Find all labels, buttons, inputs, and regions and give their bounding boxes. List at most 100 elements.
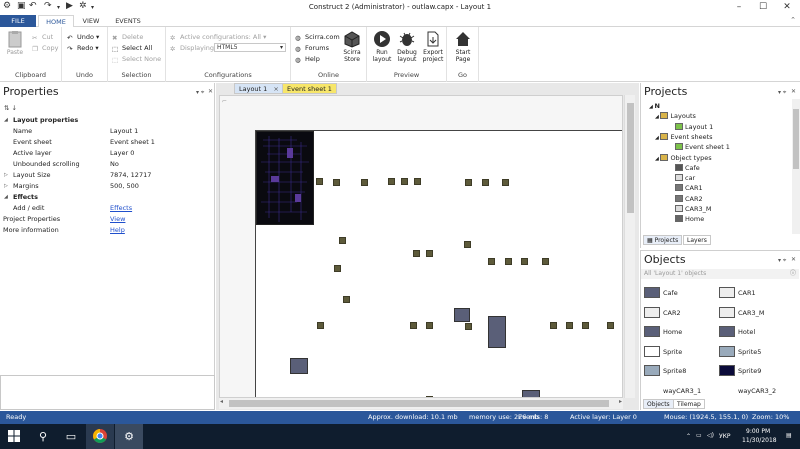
sprite-tile[interactable] [465,323,472,330]
tab-tilemap[interactable]: Tilemap [673,399,705,409]
sprite-tile[interactable] [333,179,340,186]
property-row[interactable]: ◢ Effects [0,192,214,203]
scroll-thumb[interactable] [229,400,609,407]
sprite-tile[interactable] [317,322,324,329]
property-row[interactable]: ▷ Margins 500, 500 [0,181,214,192]
start-button[interactable] [0,424,28,449]
property-link[interactable]: Effects [110,203,132,214]
chrome-taskbar-icon[interactable] [86,424,114,449]
panel-close-icon[interactable]: ✕ [791,256,796,263]
select-all-button[interactable]: ⬚ Select All [112,44,152,53]
displaying-select[interactable]: HTML5 ▾ [214,43,286,52]
scirra-store-button[interactable]: Scirra Store [341,30,363,63]
tilemap-object[interactable] [256,131,314,225]
property-row[interactable]: Project Properties View [0,214,214,225]
property-row[interactable]: Active layer Layer 0 [0,148,214,159]
tab-event-sheet-1[interactable]: Event sheet 1 [282,83,337,94]
sprite-tile[interactable] [426,250,433,257]
scroll-left-icon[interactable]: ◂ [220,398,223,405]
sprite-tile[interactable] [339,237,346,244]
sprite-tile[interactable] [550,322,557,329]
vertical-scrollbar[interactable] [624,95,635,398]
tree-item[interactable]: Home [675,214,704,224]
property-row[interactable]: ▷ Layout Size 7874, 12717 [0,170,214,181]
building-sprite[interactable] [454,308,470,322]
object-item[interactable]: wayCAR3_1 [644,384,701,396]
info-icon[interactable]: ⓘ [790,269,796,279]
property-row[interactable]: More information Help [0,225,214,236]
building-sprite[interactable] [522,390,540,397]
clock-time[interactable]: 9:00 PM [746,428,770,435]
object-item[interactable]: Home [644,326,682,337]
scroll-thumb[interactable] [793,109,799,169]
scroll-thumb[interactable] [627,103,634,213]
sprite-tile[interactable] [566,322,573,329]
help-link[interactable]: ◍ Help [295,55,320,64]
tab-layers[interactable]: Layers [683,235,711,245]
sprite-tile[interactable] [343,296,350,303]
sprite-tile[interactable] [316,178,323,185]
tree-item[interactable]: CAR1 [675,183,703,193]
undo-button[interactable]: ↶ Undo ▾ [67,33,99,42]
layout-area[interactable] [255,130,622,397]
tray-arrow-icon[interactable]: ⌃ [686,433,691,440]
sprite-tile[interactable] [410,322,417,329]
tab-view[interactable]: VIEW [76,15,106,27]
tree-item[interactable]: car [675,173,695,183]
pin-icon[interactable]: ▾ ⌖ [778,89,786,97]
delete-button[interactable]: ✖ Delete [112,33,143,42]
scroll-right-icon[interactable]: ▸ [619,398,622,405]
close-button[interactable]: ✕ [776,0,798,15]
search-icon[interactable]: ⚲ [29,424,57,449]
forums-link[interactable]: ◍ Forums [295,44,329,53]
debug-layout-button[interactable]: Debug layout [395,30,419,63]
tree-item[interactable]: Cafe [675,163,700,173]
redo-button[interactable]: ↷ Redo ▾ [67,44,99,53]
building-sprite[interactable] [488,316,506,348]
layout-canvas[interactable]: ⌐ [219,95,623,398]
object-item[interactable]: CAR2 [644,306,681,318]
paste-button[interactable]: Paste [4,30,26,56]
scirra-link[interactable]: ◍ Scirra.com [295,33,340,42]
minimize-button[interactable]: – [728,0,750,15]
object-item[interactable]: Sprite8 [644,365,686,376]
object-item[interactable]: Hotel [719,326,755,337]
object-item[interactable]: wayCAR3_2 [719,384,776,396]
sprite-tile[interactable] [413,250,420,257]
sprite-tile[interactable] [505,258,512,265]
tree-item[interactable]: CAR2 [675,194,703,204]
ribbon-collapse-icon[interactable]: ⌃ [790,16,796,24]
sprite-tile[interactable] [361,179,368,186]
language-indicator[interactable]: УКР [719,433,731,440]
sprite-tile[interactable] [401,178,408,185]
property-row[interactable]: Event sheet Event sheet 1 [0,137,214,148]
pin-icon[interactable]: ▾ ⌖ [196,89,204,97]
object-item[interactable]: Sprite5 [719,345,761,357]
volume-icon[interactable]: ◁) [707,432,714,439]
tab-objects[interactable]: Objects [643,399,674,409]
clock-date[interactable]: 11/30/2018 [742,437,777,444]
tab-events[interactable]: EVENTS [110,15,146,27]
sprite-tile[interactable] [582,322,589,329]
sprite-tile[interactable] [521,258,528,265]
collapse-icon[interactable]: ◢ [4,115,8,126]
pin-icon[interactable]: ▾ ⌖ [778,257,786,265]
object-item[interactable]: CAR3_M [719,306,765,318]
sprite-tile[interactable] [334,265,341,272]
property-link[interactable]: Help [110,225,125,236]
property-link[interactable]: View [110,214,125,225]
tree-item[interactable]: Layout 1 [675,122,713,132]
object-item[interactable]: Sprite9 [719,365,761,376]
sprite-tile[interactable] [607,322,614,329]
object-item[interactable]: Sprite [644,345,682,357]
copy-button[interactable]: ❐ Copy [32,44,59,53]
object-item[interactable]: Cafe [644,287,678,298]
tab-file[interactable]: FILE [0,15,36,27]
sprite-tile[interactable] [414,178,421,185]
sprite-tile[interactable] [426,322,433,329]
cut-button[interactable]: ✂ Cut [32,33,53,42]
notifications-icon[interactable]: ▤ [786,432,792,439]
objects-filter[interactable]: All 'Layout 1' objects ⓘ [641,269,799,279]
sprite-tile[interactable] [488,258,495,265]
property-row[interactable]: Name Layout 1 [0,126,214,137]
